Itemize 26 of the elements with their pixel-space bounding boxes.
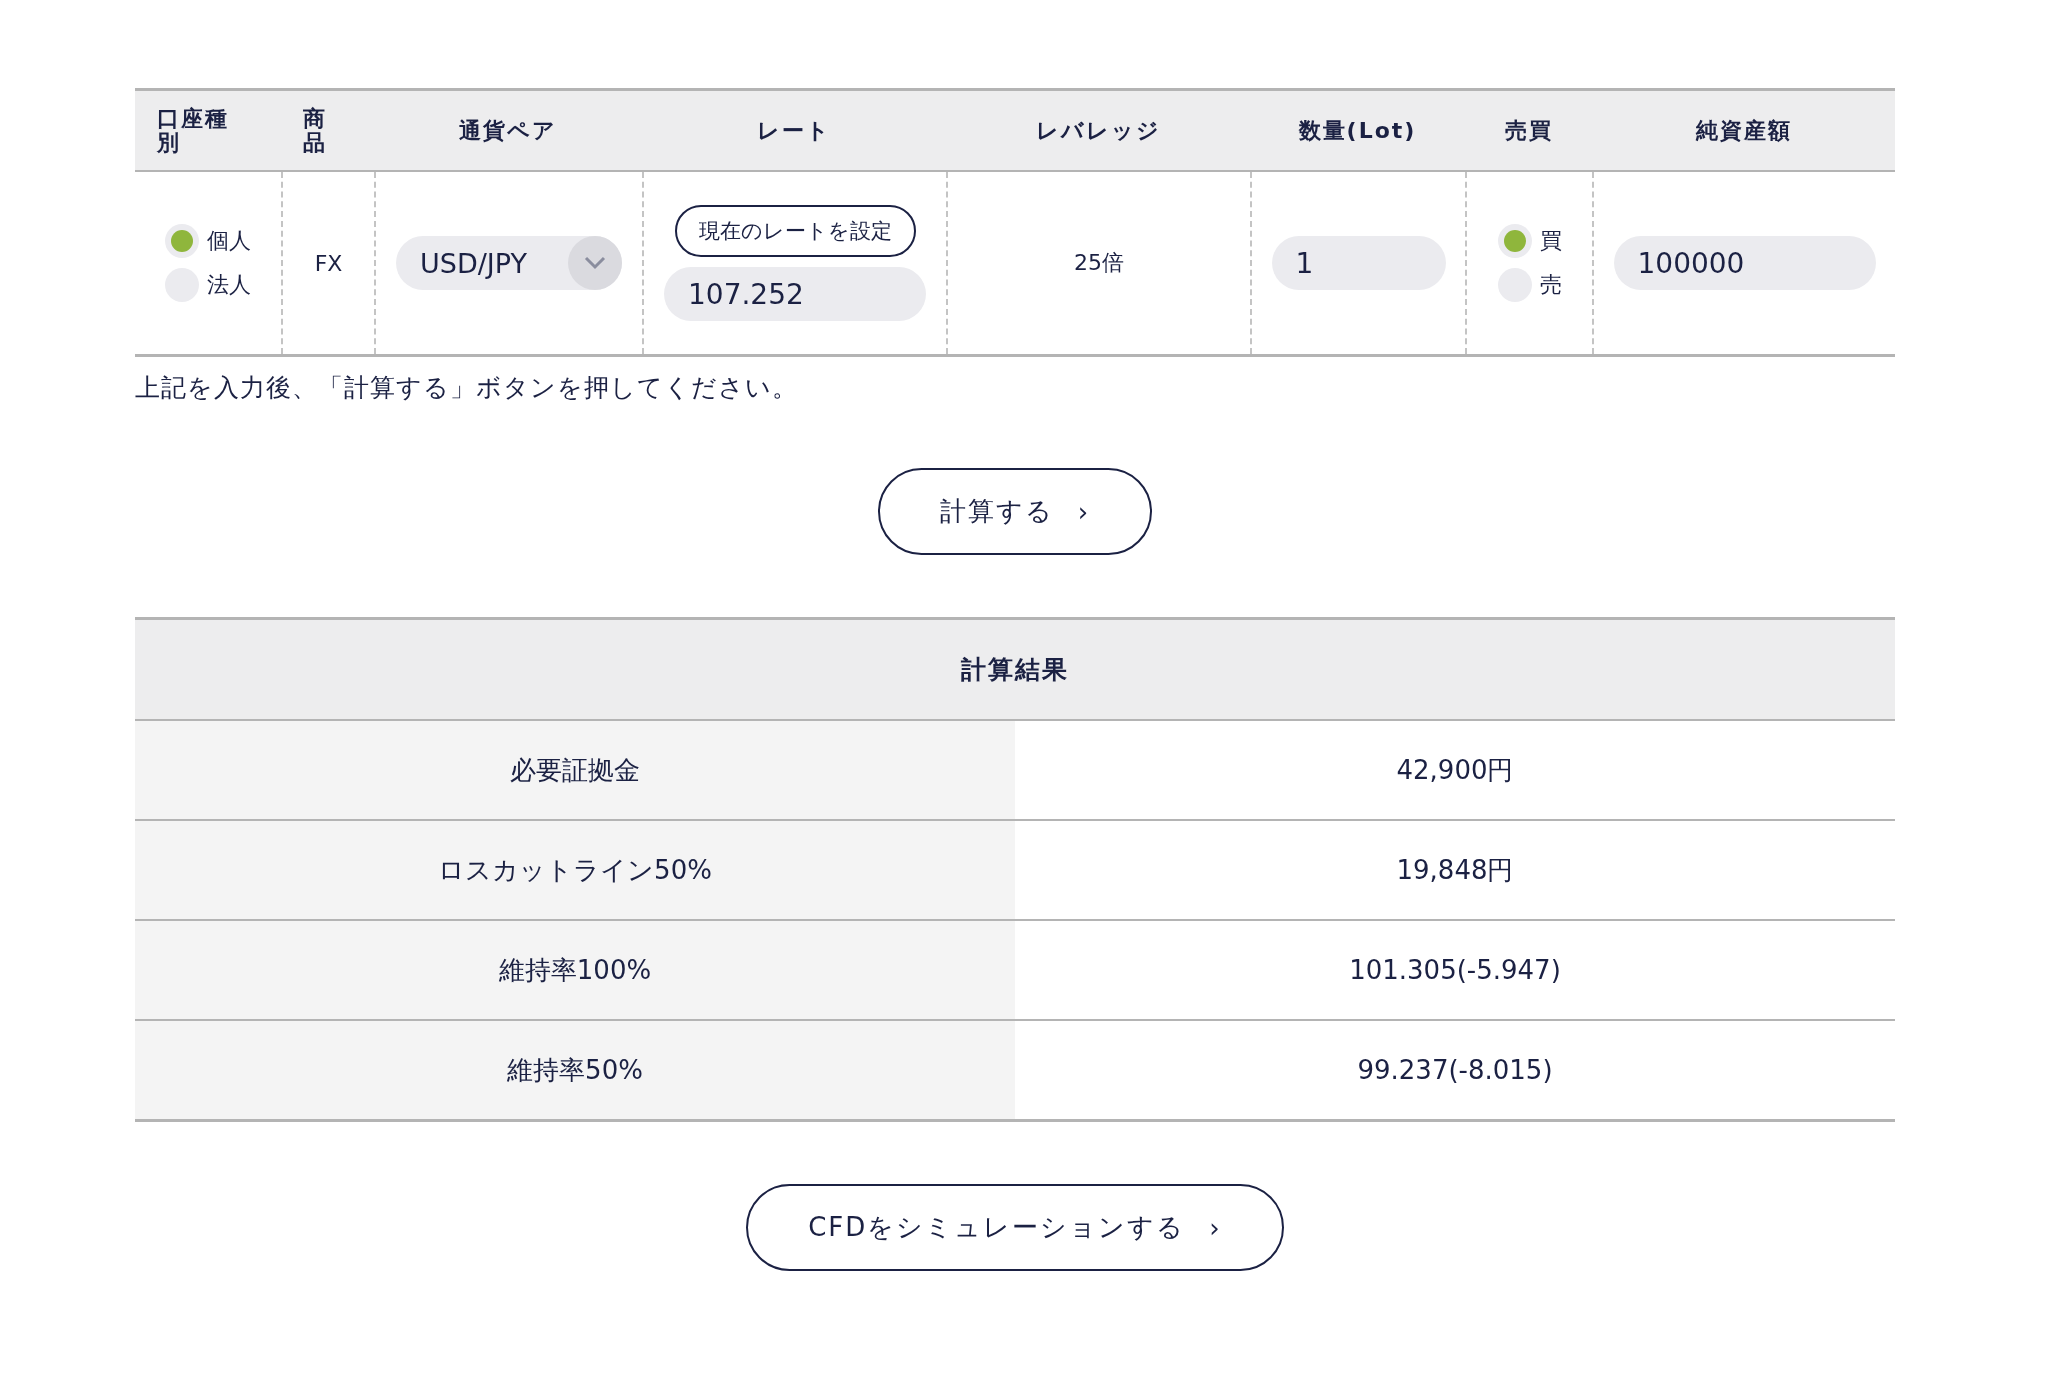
- simulate-button[interactable]: CFDをシミュレーションする ›: [746, 1184, 1284, 1271]
- result-label: 維持率50%: [135, 1019, 1015, 1119]
- column-header: レート: [642, 91, 946, 172]
- lot-field[interactable]: 1: [1271, 236, 1446, 290]
- column-header: 口座種別: [135, 91, 281, 172]
- set-rate-button[interactable]: 現在のレートを設定: [674, 205, 916, 257]
- radio-option[interactable]: 個人: [165, 224, 251, 258]
- column-header: 数量(Lot): [1250, 91, 1465, 172]
- instruction-text: 上記を入力後、「計算する」ボタンを押してください。: [135, 372, 799, 404]
- chevron-down-icon: [568, 236, 622, 290]
- currency-pair-select[interactable]: USD/JPY: [396, 236, 622, 290]
- column-header: 商品: [281, 91, 374, 172]
- column-header: 売買: [1465, 91, 1592, 172]
- net-assets-field[interactable]: 100000: [1613, 236, 1876, 290]
- calculate-button[interactable]: 計算する ›: [877, 468, 1153, 555]
- results-header: 計算結果: [135, 620, 1895, 721]
- radio-option[interactable]: 法人: [165, 268, 251, 302]
- rate-field[interactable]: 107.252: [664, 267, 926, 321]
- product-text: FX: [314, 250, 343, 276]
- column-header: レバレッジ: [946, 91, 1250, 172]
- result-label: 維持率100%: [135, 919, 1015, 1019]
- column-header: 純資産額: [1592, 91, 1895, 172]
- result-label: 必要証拠金: [135, 721, 1015, 819]
- leverage-text: 25倍: [1074, 249, 1124, 277]
- result-label: ロスカットライン50%: [135, 819, 1015, 919]
- column-header: 通貨ペア: [374, 91, 642, 172]
